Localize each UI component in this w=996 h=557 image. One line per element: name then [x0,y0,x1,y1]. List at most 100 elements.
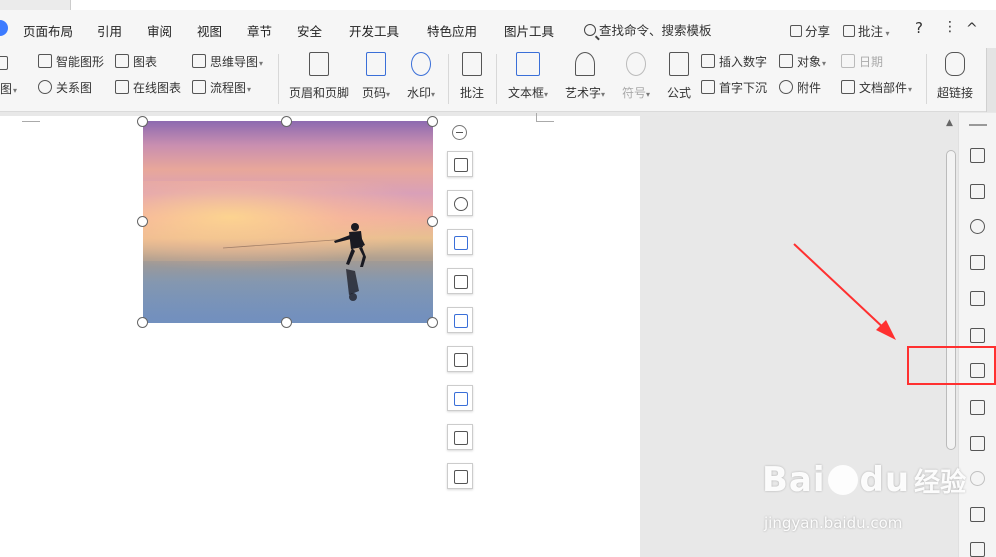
text-box-button[interactable]: 文本框▾ [504,52,552,101]
partial-screenshot-button[interactable]: 图▾ [0,81,17,97]
crop-button[interactable] [447,268,473,294]
object-icon [779,54,793,68]
page-number-icon [366,52,386,76]
doc-parts-label: 文档部件 [859,81,908,95]
page-number-button[interactable]: 页码▾ [358,52,394,101]
chart-icon [115,54,129,68]
vertical-scrollbar[interactable] [946,150,956,450]
tab-special-apps[interactable]: 特色应用 [427,21,477,40]
tab-section[interactable]: 章节 [247,21,272,40]
smart-shape-button[interactable]: 智能图形 [38,54,104,70]
sidebar-pen-button[interactable] [969,147,987,165]
tab-developer-tools[interactable]: 开发工具 [349,21,399,40]
layout-icon [454,158,468,172]
tab-picture-tools[interactable]: 图片工具 [504,21,554,40]
margin-mark [536,113,537,121]
attachment-button[interactable]: 附件 [779,80,821,96]
resize-handle-n[interactable] [281,116,292,127]
chart-button[interactable]: 图表 [115,54,157,70]
formula-label: 公式 [666,86,691,100]
picture-edit-button[interactable] [447,229,473,255]
formula-button[interactable]: 公式 [663,52,695,101]
app-logo-icon[interactable] [0,20,8,36]
sidebar-disabled-button[interactable] [969,470,987,488]
share-button[interactable]: 分享 [790,21,830,40]
relation-map-button[interactable]: 关系图 [38,80,92,96]
page-number-label: 页码 [361,86,386,100]
sidebar-shapes-button[interactable] [969,218,987,236]
picture-to-text-button[interactable] [447,346,473,372]
mind-map-icon [192,54,206,68]
collapse-ribbon-button[interactable]: ^ [966,21,978,37]
resize-handle-w[interactable] [137,216,148,227]
sidebar-share-button[interactable] [969,435,987,453]
resize-handle-e[interactable] [427,216,438,227]
picture-translate-button[interactable] [447,385,473,411]
replace-image-icon [454,470,468,484]
picture-extract-button[interactable] [447,307,473,333]
sidebar-select-button[interactable] [969,183,987,201]
collapse-toolbar-button[interactable] [452,125,467,140]
paw-icon [827,465,858,495]
sidebar-gallery-button[interactable] [969,541,987,557]
watermark-button[interactable]: 水印▾ [403,52,439,101]
sidebar-apps-button[interactable] [969,327,987,345]
resize-handle-se[interactable] [427,317,438,328]
tab-security[interactable]: 安全 [297,21,322,40]
add-picture-button[interactable] [447,424,473,450]
more-button[interactable]: ⋮ [943,19,957,35]
date-button[interactable]: 日期 [841,54,883,70]
tab-view[interactable]: 视图 [197,21,222,40]
style-icon [970,255,985,270]
sidebar-style-button[interactable] [969,254,987,272]
replace-picture-button[interactable] [447,463,473,489]
insert-number-button[interactable]: 插入数字 [701,54,767,70]
tab-review[interactable]: 审阅 [147,21,172,40]
share-icon [790,25,802,37]
annotation-button[interactable]: 批注 [457,52,487,101]
omega-icon [626,52,646,76]
scroll-up-arrow[interactable]: ▲ [946,118,953,128]
header-footer-button[interactable]: 页眉和页脚 [288,52,350,101]
drop-cap-button[interactable]: 首字下沉 [701,80,767,96]
zoom-picture-button[interactable] [447,190,473,216]
pen-icon [970,148,985,163]
resize-handle-s[interactable] [281,317,292,328]
symbol-label: 符号 [621,86,646,100]
online-chart-label: 在线图表 [133,81,182,95]
comment-button[interactable]: 批注 ▾ [843,21,890,40]
flowchart-label: 流程图 [210,81,247,95]
sidebar-picture-button[interactable] [969,399,987,417]
resize-handle-ne[interactable] [427,116,438,127]
ribbon-scroll-right[interactable] [986,48,996,112]
mind-map-button[interactable]: 思维导图▾ [192,54,263,70]
doc-parts-button[interactable]: 文档部件▾ [841,80,912,96]
paperclip-icon [779,80,793,94]
archive-icon [970,507,985,522]
partial-picture-button[interactable] [0,56,12,72]
resize-handle-sw[interactable] [137,317,148,328]
command-search[interactable]: 查找命令、搜索模板 [584,20,712,39]
resize-handle-nw[interactable] [137,116,148,127]
tab-page-layout[interactable]: 页面布局 [23,21,73,40]
art-text-button[interactable]: 艺术字▾ [561,52,609,101]
crop-icon [454,275,468,289]
flowchart-button[interactable]: 流程图▾ [192,80,251,96]
sidebar-archive-button[interactable] [969,506,987,524]
layout-options-button[interactable] [447,151,473,177]
help-button[interactable]: ? [915,19,923,37]
header-footer-label: 页眉和页脚 [288,86,349,100]
hyperlink-button[interactable]: 超链接 [934,52,976,101]
symbol-button[interactable]: 符号▾ [618,52,654,101]
tab-references[interactable]: 引用 [97,21,122,40]
ribbon-separator [278,54,279,104]
selected-picture[interactable] [143,121,433,323]
image-to-text-icon [454,353,468,367]
flowchart-icon [192,80,206,94]
zoom-in-icon [454,197,468,211]
online-chart-button[interactable]: 在线图表 [115,80,181,96]
hyperlink-label: 超链接 [936,86,973,100]
object-button[interactable]: 对象▾ [779,54,826,70]
annotation-highlight-box [907,346,996,385]
sidebar-table-button[interactable] [969,290,987,308]
